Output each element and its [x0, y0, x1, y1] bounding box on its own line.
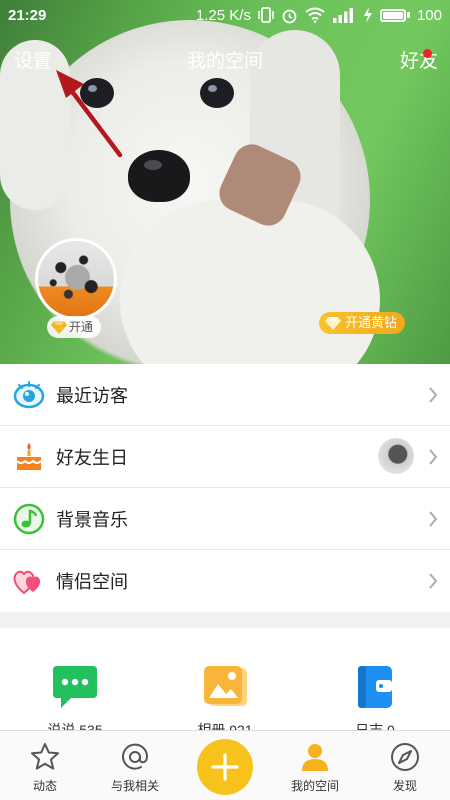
battery-icon: [379, 8, 410, 22]
nav-label: 我的空间: [290, 779, 339, 793]
menu-item-recent-visitors[interactable]: 最近访客: [0, 364, 450, 426]
compass-icon: [391, 743, 419, 771]
shortcut-grid: 说说 535 相册 921 日志 0: [0, 628, 450, 738]
cover-photo[interactable]: 21:29 1.25 K/s 100 设置 我的空间 好友 开通 开通黄钻: [0, 0, 450, 364]
chevron-right-icon: [429, 511, 438, 527]
menu-item-background-music[interactable]: 背景音乐: [0, 488, 450, 550]
diamond-icon: [51, 321, 67, 334]
cake-icon: [12, 440, 46, 474]
hearts-icon: [12, 564, 46, 598]
settings-button[interactable]: 设置: [14, 46, 52, 73]
status-bar: 21:29 1.25 K/s 100: [0, 0, 450, 30]
top-bar: 设置 我的空间 好友: [0, 38, 450, 76]
nav-label: 发现: [392, 779, 417, 793]
menu-list: 最近访客 好友生日 背景音乐 情侣空间: [0, 364, 450, 612]
chevron-right-icon: [429, 449, 438, 465]
vibrate-icon: [258, 7, 274, 23]
friend-avatar: [378, 438, 414, 474]
menu-item-label: 最近访客: [56, 385, 128, 406]
shortcut-album[interactable]: 相册 921: [150, 628, 300, 738]
chevron-right-icon: [429, 573, 438, 589]
photo-album-icon: [200, 662, 250, 712]
nav-mentions[interactable]: 与我相关: [90, 731, 180, 800]
gold-diamond-button[interactable]: 开通黄钻: [318, 312, 405, 334]
menu-item-label: 背景音乐: [56, 509, 128, 530]
diamond-icon: [324, 317, 341, 330]
nav-label: 与我相关: [110, 779, 159, 793]
person-icon: [302, 744, 328, 771]
page-title: 我的空间: [186, 51, 263, 72]
shortcut-moments[interactable]: 说说 535: [0, 628, 150, 738]
friends-button[interactable]: 好友: [400, 46, 438, 73]
charging-icon: [363, 7, 372, 23]
signal-icon: [332, 8, 353, 23]
alarm-icon: [282, 9, 297, 23]
friends-label: 好友: [399, 51, 438, 72]
nav-label: 动态: [32, 779, 57, 793]
speech-bubble-icon: [50, 662, 100, 712]
status-time: 21:29: [8, 6, 47, 24]
notification-dot: [423, 49, 432, 58]
vip-open-label: 开通: [69, 320, 94, 334]
gold-diamond-label: 开通黄钻: [344, 315, 397, 330]
nav-my-space[interactable]: 我的空间: [270, 731, 360, 800]
journal-icon: [350, 662, 400, 712]
vip-open-badge[interactable]: 开通: [47, 316, 102, 338]
music-note-icon: [12, 502, 46, 536]
plus-icon[interactable]: [197, 739, 253, 795]
eye-icon: [12, 378, 46, 412]
bottom-nav: 动态 与我相关 我的空间 发现: [0, 730, 450, 800]
shortcut-journal[interactable]: 日志 0: [300, 628, 450, 738]
nav-publish[interactable]: [180, 731, 270, 800]
chevron-right-icon: [429, 387, 438, 403]
nav-discover[interactable]: 发现: [360, 731, 450, 800]
avatar[interactable]: [35, 238, 117, 320]
menu-item-couple-space[interactable]: 情侣空间: [0, 550, 450, 612]
nav-feed[interactable]: 动态: [0, 731, 90, 800]
menu-item-label: 情侣空间: [56, 572, 128, 592]
menu-item-label: 好友生日: [56, 447, 128, 468]
at-icon: [122, 743, 149, 770]
network-speed: 1.25 K/s: [195, 6, 251, 24]
battery-percent: 100: [416, 6, 442, 24]
star-icon: [31, 743, 59, 770]
menu-item-friend-birthday[interactable]: 好友生日: [0, 426, 450, 488]
wifi-icon: [305, 7, 325, 23]
